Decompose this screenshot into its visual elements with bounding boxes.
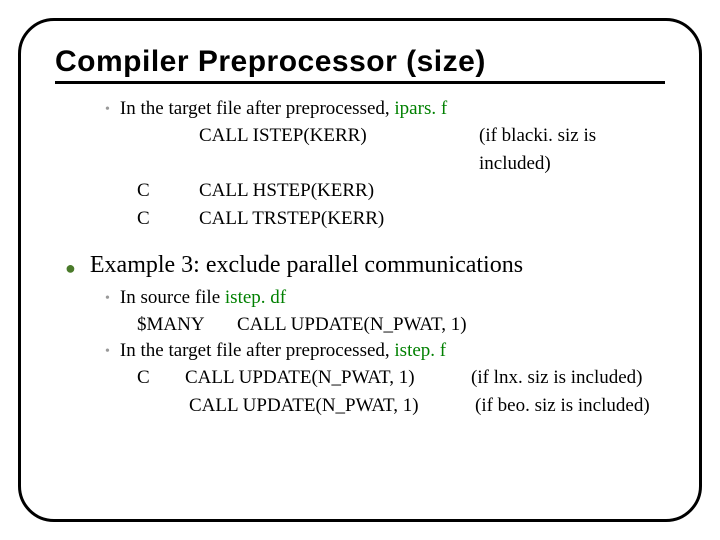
col-c: C xyxy=(137,205,199,233)
sub-bullet-2: • In source file istep. df xyxy=(105,287,665,309)
col-note xyxy=(479,205,665,233)
main-bullet-example3: ● Example 3: exclude parallel communicat… xyxy=(65,252,665,279)
sub-bullet-2-text: In source file istep. df xyxy=(120,287,286,309)
text-span: In the target file after preprocessed, xyxy=(120,98,395,119)
text-span: In source file xyxy=(120,287,225,308)
code-row: C CALL HSTEP(KERR) xyxy=(137,177,665,205)
file-name: istep. df xyxy=(225,287,286,308)
code-row: CALL UPDATE(N_PWAT, 1) (if beo. siz is i… xyxy=(137,392,665,421)
col-c xyxy=(137,122,199,177)
col-call: CALL UPDATE(N_PWAT, 1) xyxy=(189,392,475,421)
sub-bullet-1: • In the target file after preprocessed,… xyxy=(105,98,665,120)
slide-frame: Compiler Preprocessor (size) • In the ta… xyxy=(18,18,702,522)
sub-bullet-3: • In the target file after preprocessed,… xyxy=(105,340,665,362)
code-row: C CALL TRSTEP(KERR) xyxy=(137,205,665,233)
col-c: C xyxy=(137,177,199,205)
code-block-2: C CALL UPDATE(N_PWAT, 1) (if lnx. siz is… xyxy=(137,364,665,421)
call-text: CALL UPDATE(N_PWAT, 1) xyxy=(237,311,467,340)
file-name: ipars. f xyxy=(394,98,447,119)
col-note: (if beo. siz is included) xyxy=(475,392,650,421)
bullet-disc-icon: ● xyxy=(65,258,76,279)
col-note: (if lnx. siz is included) xyxy=(471,364,643,393)
bullet-dot-icon: • xyxy=(105,291,110,307)
col-note: (if blacki. siz is included) xyxy=(479,122,665,177)
col-call: CALL TRSTEP(KERR) xyxy=(199,205,479,233)
code-row: CALL ISTEP(KERR) (if blacki. siz is incl… xyxy=(137,122,665,177)
code-block-1: CALL ISTEP(KERR) (if blacki. siz is incl… xyxy=(137,122,665,232)
text-span: In the target file after preprocessed, xyxy=(120,340,395,361)
bullet-dot-icon: • xyxy=(105,102,110,118)
col-c: C xyxy=(137,364,185,393)
example3-heading: Example 3: exclude parallel communicatio… xyxy=(90,252,523,279)
slide-title: Compiler Preprocessor (size) xyxy=(55,45,665,84)
file-name: istep. f xyxy=(394,340,446,361)
bullet-dot-icon: • xyxy=(105,344,110,360)
col-note xyxy=(479,177,665,205)
many-directive: $MANY xyxy=(137,311,237,340)
col-call: CALL UPDATE(N_PWAT, 1) xyxy=(185,364,471,393)
sub-bullet-1-text: In the target file after preprocessed, i… xyxy=(120,98,447,120)
code-row: C CALL UPDATE(N_PWAT, 1) (if lnx. siz is… xyxy=(137,364,665,393)
sub-bullet-3-text: In the target file after preprocessed, i… xyxy=(120,340,446,362)
code-line-many: $MANY CALL UPDATE(N_PWAT, 1) xyxy=(137,311,665,340)
col-call: CALL HSTEP(KERR) xyxy=(199,177,479,205)
col-call: CALL ISTEP(KERR) xyxy=(199,122,479,177)
